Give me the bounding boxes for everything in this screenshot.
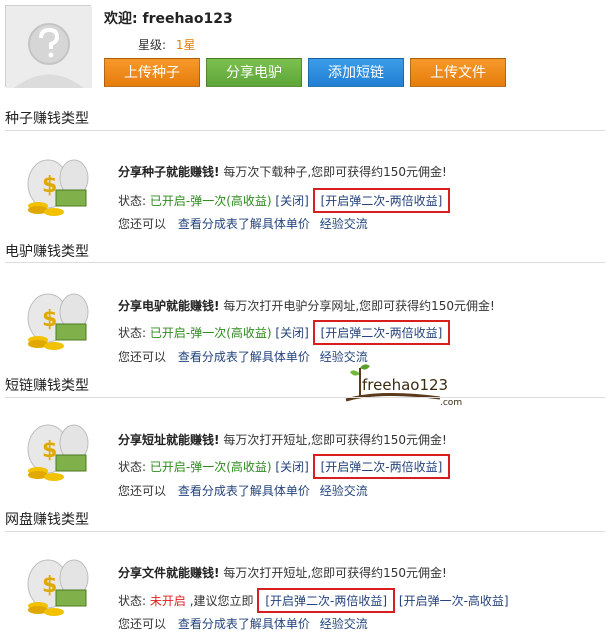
add-short-link-button[interactable]: 添加短链 (308, 58, 404, 87)
short-link-enable-double-link[interactable]: [开启弹二次-两倍收益] (312, 454, 451, 479)
logo-text: freehao123 (362, 376, 448, 394)
divider (5, 130, 605, 131)
seed-close-link[interactable]: [关闭] (275, 194, 308, 208)
upload-file-button[interactable]: 上传文件 (410, 58, 506, 87)
info-prefix: 您还可以 (118, 217, 167, 231)
seed-desc-line: 分享种子就能赚钱! 每万次下载种子,您即可获得约150元佣金! (118, 163, 447, 180)
ed2k-close-link[interactable]: [关闭] (275, 326, 308, 340)
section-title-short-link: 短链赚钱类型 (5, 378, 89, 394)
netdisk-table-link[interactable]: 查看分成表了解具体单价 (178, 617, 310, 631)
username: freehao123 (142, 11, 233, 27)
money-bag-icon: $ (27, 559, 89, 616)
netdisk-desc: 每万次打开短址,您即可获得约150元佣金! (223, 566, 447, 580)
star-rating: 星级: 1星 (138, 36, 196, 53)
short-link-desc-line: 分享短址就能赚钱! 每万次打开短址,您即可获得约150元佣金! (118, 431, 447, 448)
short-link-headline: 分享短址就能赚钱! (118, 433, 220, 447)
netdisk-desc-line: 分享文件就能赚钱! 每万次打开短址,您即可获得约150元佣金! (118, 564, 447, 581)
freehao123-logo: freehao123 .com (345, 364, 462, 408)
section-title-netdisk: 网盘赚钱类型 (5, 512, 89, 528)
seed-table-link[interactable]: 查看分成表了解具体单价 (178, 217, 310, 231)
seed-desc: 每万次下载种子,您即可获得约150元佣金! (223, 165, 447, 179)
status-label: 状态: (118, 326, 147, 340)
svg-text:$: $ (42, 438, 57, 463)
money-bag-icon: $ (27, 424, 89, 481)
info-prefix: 您还可以 (118, 484, 167, 498)
short-link-exchange-link[interactable]: 经验交流 (320, 484, 368, 498)
logo-suffix: .com (440, 398, 462, 408)
netdisk-info-line: 您还可以 查看分成表了解具体单价 经验交流 (118, 615, 368, 632)
status-label: 状态: (118, 594, 147, 608)
netdisk-suggest-text: ,建议您立即 (189, 594, 254, 608)
seed-exchange-link[interactable]: 经验交流 (320, 217, 368, 231)
ed2k-desc: 每万次打开电驴分享网址,您即可获得约150元佣金! (223, 299, 495, 313)
ed2k-status-line: 状态: 已开启-弹一次(高收益) [关闭] [开启弹二次-两倍收益] (118, 320, 451, 345)
section-title-ed2k: 电驴赚钱类型 (5, 244, 89, 260)
action-buttons: 上传种子 分享电驴 添加短链 上传文件 (104, 58, 506, 87)
netdisk-headline: 分享文件就能赚钱! (118, 566, 220, 580)
money-bag-icon: $ (27, 293, 89, 350)
welcome-text: 欢迎: freehao123 (104, 8, 233, 28)
ed2k-enable-double-link[interactable]: [开启弹二次-两倍收益] (312, 320, 451, 345)
status-label: 状态: (118, 194, 147, 208)
share-ed2k-button[interactable]: 分享电驴 (206, 58, 302, 87)
seed-status-value: 已开启-弹一次(高收益) (149, 194, 272, 208)
ed2k-headline: 分享电驴就能赚钱! (118, 299, 220, 313)
netdisk-status-value: 未开启 (149, 594, 186, 608)
short-link-status-line: 状态: 已开启-弹一次(高收益) [关闭] [开启弹二次-两倍收益] (118, 454, 451, 479)
short-link-info-line: 您还可以 查看分成表了解具体单价 经验交流 (118, 482, 368, 499)
divider (5, 262, 605, 263)
money-bag-icon: $ (27, 159, 89, 216)
star-value: 1星 (175, 38, 196, 52)
netdisk-status-line: 状态: 未开启 ,建议您立即 [开启弹二次-两倍收益] [开启弹一次-高收益] (118, 588, 509, 613)
short-link-desc: 每万次打开短址,您即可获得约150元佣金! (223, 433, 447, 447)
section-title-seed: 种子赚钱类型 (5, 111, 89, 127)
netdisk-enable-double-link[interactable]: [开启弹二次-两倍收益] (257, 588, 396, 613)
welcome-label: 欢迎: (104, 11, 138, 27)
short-link-close-link[interactable]: [关闭] (275, 460, 308, 474)
seed-info-line: 您还可以 查看分成表了解具体单价 经验交流 (118, 215, 368, 232)
svg-text:$: $ (42, 307, 57, 332)
svg-text:$: $ (42, 173, 57, 198)
divider (5, 531, 605, 532)
ed2k-desc-line: 分享电驴就能赚钱! 每万次打开电驴分享网址,您即可获得约150元佣金! (118, 297, 495, 314)
star-label: 星级: (138, 38, 167, 52)
avatar (5, 5, 92, 88)
info-prefix: 您还可以 (118, 350, 167, 364)
netdisk-enable-once-link[interactable]: [开启弹一次-高收益] (399, 594, 509, 608)
seed-headline: 分享种子就能赚钱! (118, 165, 220, 179)
divider (5, 397, 605, 398)
status-label: 状态: (118, 460, 147, 474)
info-prefix: 您还可以 (118, 617, 167, 631)
ed2k-info-line: 您还可以 查看分成表了解具体单价 经验交流 (118, 348, 368, 365)
svg-text:$: $ (42, 573, 57, 598)
upload-seed-button[interactable]: 上传种子 (104, 58, 200, 87)
ed2k-table-link[interactable]: 查看分成表了解具体单价 (178, 350, 310, 364)
ed2k-status-value: 已开启-弹一次(高收益) (149, 326, 272, 340)
netdisk-exchange-link[interactable]: 经验交流 (320, 617, 368, 631)
short-link-status-value: 已开启-弹一次(高收益) (149, 460, 272, 474)
seed-status-line: 状态: 已开启-弹一次(高收益) [关闭] [开启弹二次-两倍收益] (118, 188, 451, 213)
short-link-table-link[interactable]: 查看分成表了解具体单价 (178, 484, 310, 498)
seed-enable-double-link[interactable]: [开启弹二次-两倍收益] (312, 188, 451, 213)
